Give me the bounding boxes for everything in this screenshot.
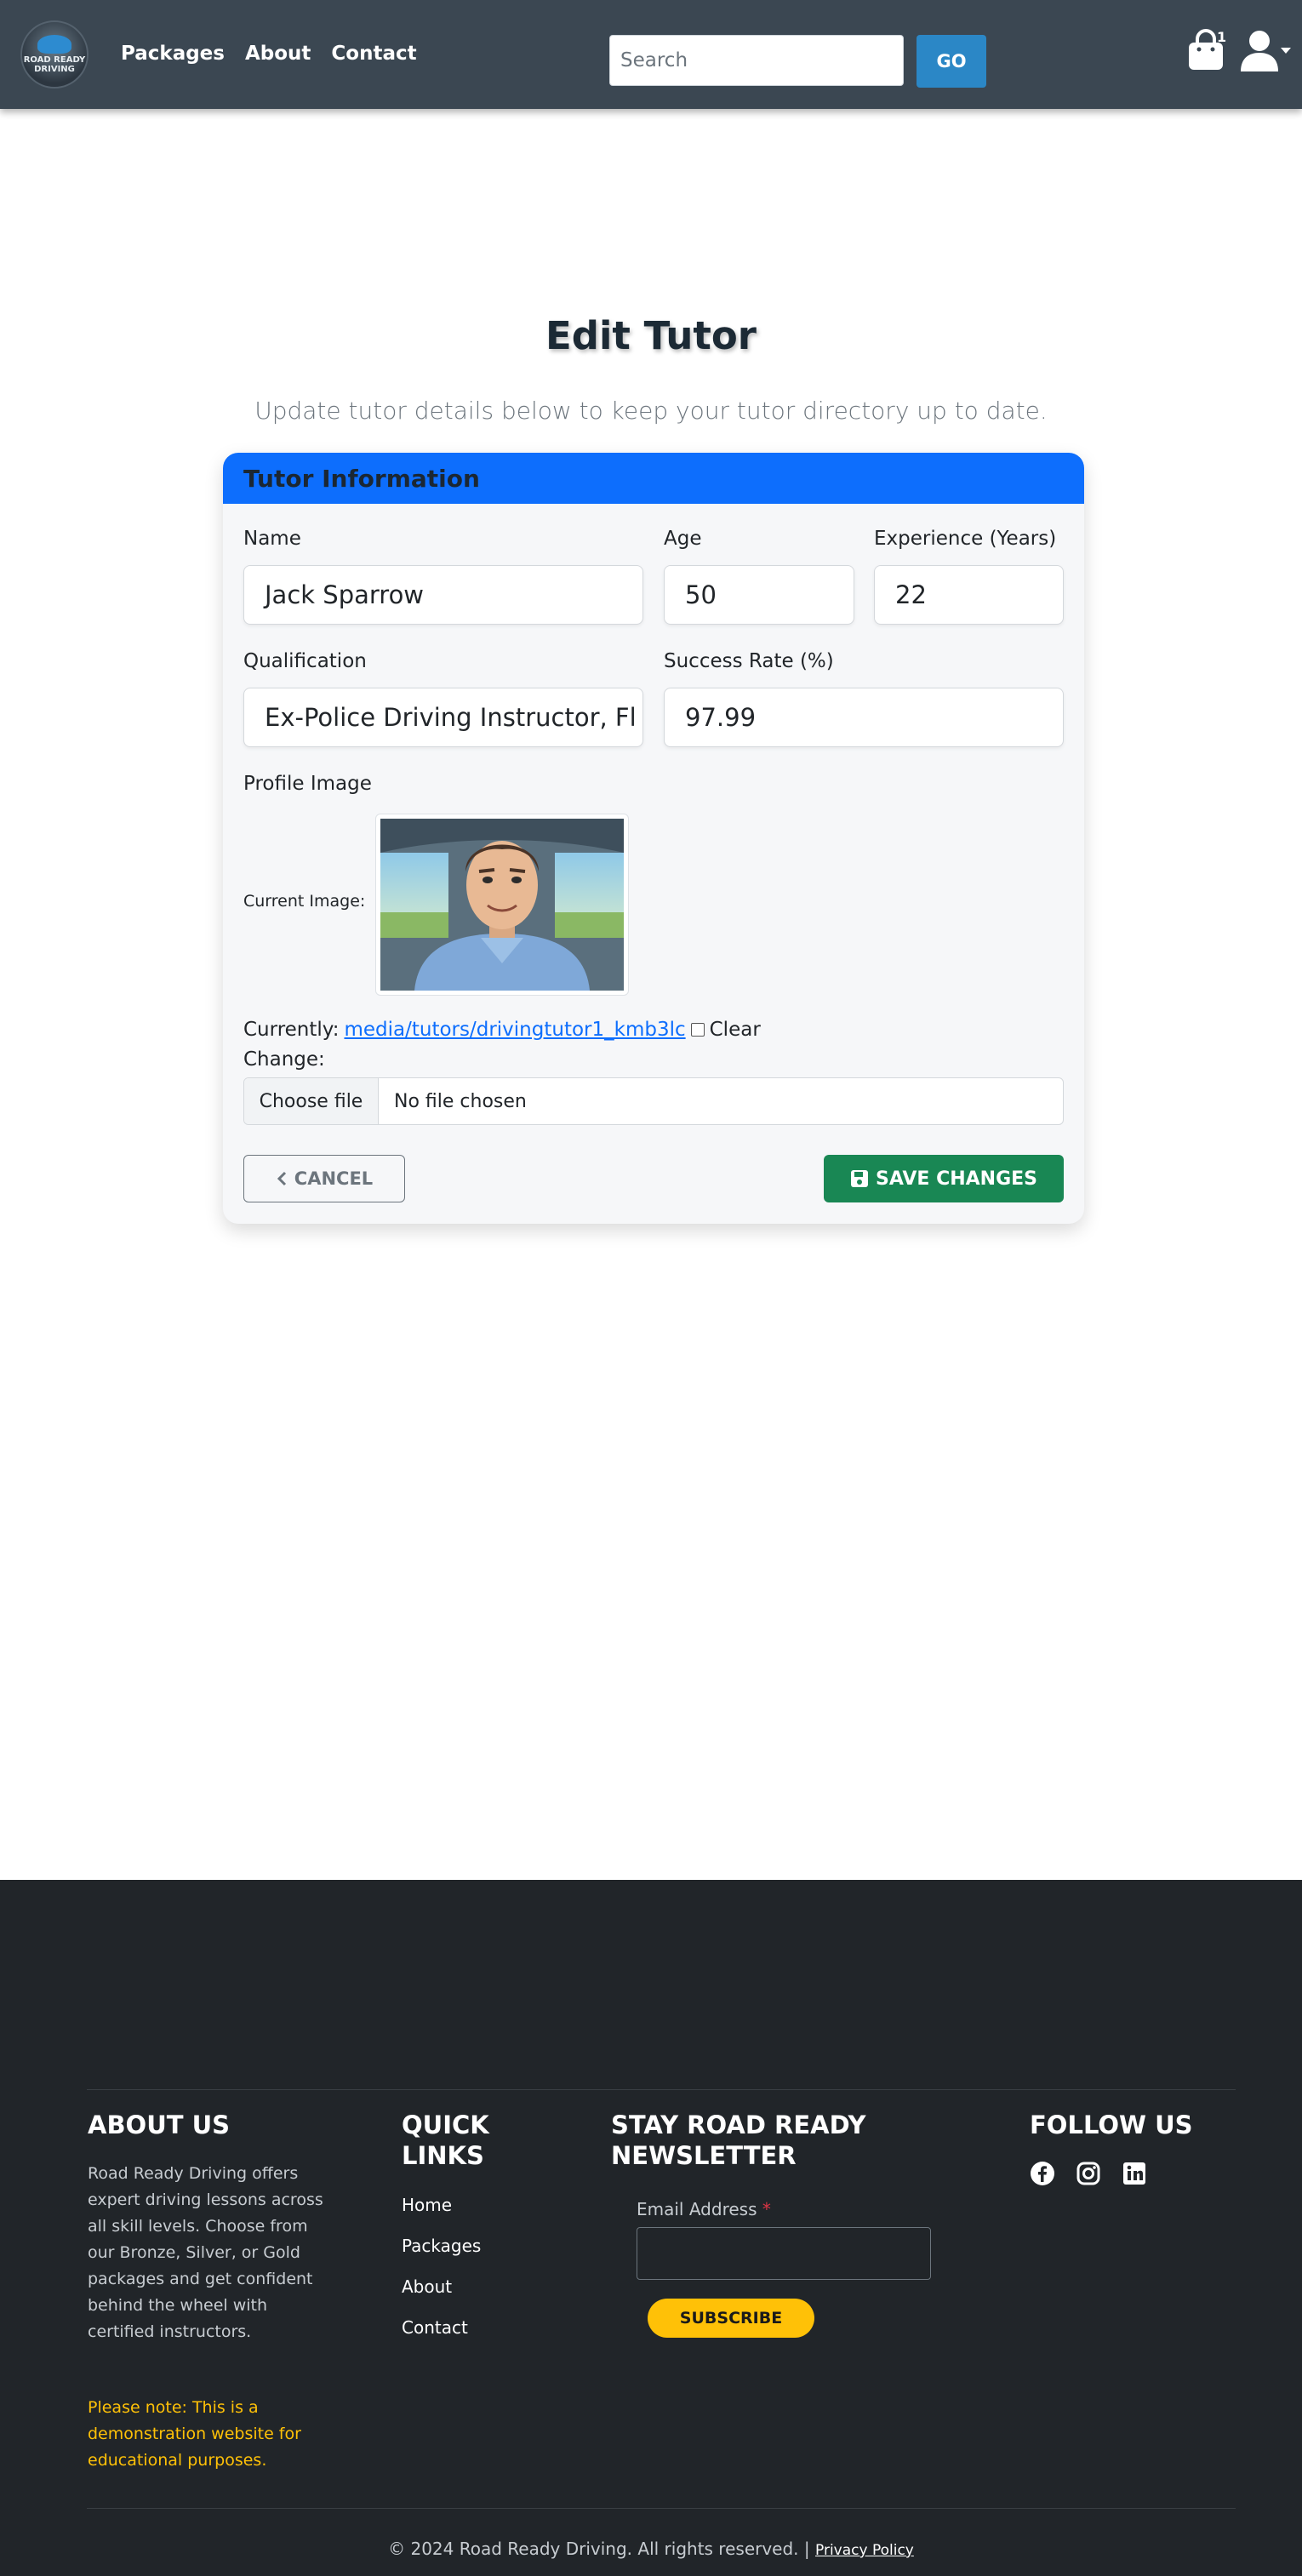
chevron-left-icon	[277, 1171, 286, 1186]
footer-link-home[interactable]: Home	[402, 2195, 481, 2216]
required-mark: *	[762, 2199, 771, 2219]
page-subtitle: Update tutor details below to keep your …	[254, 397, 1048, 425]
nav-link-about[interactable]: About	[245, 43, 311, 65]
floppy-disk-icon	[850, 1170, 868, 1187]
main-nav: Packages About Contact	[121, 43, 417, 65]
site-logo[interactable]: ROAD READY DRIVING	[20, 20, 89, 89]
footer-link-packages[interactable]: Packages	[402, 2236, 481, 2257]
clear-label: Clear	[709, 1019, 761, 1041]
current-image-label: Current Image:	[243, 892, 366, 911]
follow-us-heading: FOLLOW US	[1030, 2110, 1193, 2139]
save-label: SAVE CHANGES	[875, 1168, 1038, 1190]
search-input[interactable]	[609, 35, 904, 86]
quick-links-heading-line-2: LINKS	[402, 2141, 484, 2170]
currently-label: Currently:	[243, 1019, 340, 1041]
email-label: Email Address *	[637, 2199, 771, 2219]
search-go-button[interactable]: GO	[917, 35, 986, 88]
qualification-label: Qualification	[243, 650, 367, 672]
footer-link-contact[interactable]: Contact	[402, 2317, 481, 2339]
newsletter-heading-line-1: STAY ROAD READY	[611, 2110, 866, 2139]
nav-link-contact[interactable]: Contact	[331, 43, 416, 65]
current-profile-image	[375, 814, 629, 996]
page-title: Edit Tutor	[545, 313, 757, 358]
card-title: Tutor Information	[243, 464, 480, 493]
subscribe-button[interactable]: SUBSCRIBE	[648, 2299, 814, 2338]
newsletter-email-input[interactable]	[637, 2227, 931, 2280]
cart-count-badge: 1	[1217, 29, 1227, 45]
quick-links-heading-line-1: QUICK	[402, 2110, 489, 2139]
experience-input[interactable]: 22	[874, 565, 1064, 625]
name-input[interactable]: Jack Sparrow	[243, 565, 643, 625]
qualification-input[interactable]: Ex-Police Driving Instructor, Fl	[243, 688, 643, 747]
social-links	[1030, 2161, 1147, 2186]
about-text: Road Ready Driving offers expert driving…	[88, 2164, 323, 2341]
instagram-icon[interactable]	[1076, 2161, 1101, 2186]
tutor-portrait-image	[380, 819, 624, 991]
save-changes-button[interactable]: SAVE CHANGES	[824, 1155, 1064, 1202]
current-file-link[interactable]: media/tutors/drivingtutor1_kmb3lc	[344, 1019, 685, 1041]
privacy-policy-link[interactable]: Privacy Policy	[815, 2542, 914, 2559]
name-label: Name	[243, 528, 301, 550]
current-file-row: Currently: media/tutors/drivingtutor1_km…	[243, 1019, 761, 1041]
clear-checkbox[interactable]	[690, 1023, 705, 1037]
profile-image-file-input[interactable]: Choose file No file chosen	[243, 1077, 1064, 1125]
age-label: Age	[664, 528, 702, 550]
quick-links-list: Home Packages About Contact	[402, 2195, 481, 2339]
footer-divider-top	[87, 2089, 1236, 2090]
facebook-icon[interactable]	[1030, 2161, 1055, 2186]
cancel-button[interactable]: CANCEL	[243, 1155, 405, 1202]
email-label-text: Email Address	[637, 2199, 757, 2219]
success-rate-label: Success Rate (%)	[664, 650, 834, 672]
copyright-row: © 2024 Road Ready Driving. All rights re…	[0, 2539, 1302, 2559]
footer-divider-bottom	[87, 2508, 1236, 2509]
logo-text: ROAD READY DRIVING	[23, 55, 86, 74]
change-label: Change:	[243, 1048, 325, 1071]
site-footer: ABOUT US Road Ready Driving offers exper…	[0, 1880, 1302, 2576]
card-header: Tutor Information	[223, 453, 1084, 504]
profile-image-label: Profile Image	[243, 773, 372, 795]
about-heading: ABOUT US	[88, 2110, 231, 2139]
nav-link-packages[interactable]: Packages	[121, 43, 225, 65]
choose-file-button[interactable]: Choose file	[244, 1078, 379, 1124]
caret-down-icon[interactable]	[1281, 48, 1291, 54]
footer-link-about[interactable]: About	[402, 2276, 481, 2298]
age-input[interactable]: 50	[664, 565, 854, 625]
copyright-text: © 2024 Road Ready Driving. All rights re…	[388, 2539, 810, 2559]
navbar: ROAD READY DRIVING Packages About Contac…	[0, 0, 1302, 109]
user-account-icon[interactable]	[1239, 29, 1280, 71]
quick-links-heading: QUICK LINKS	[402, 2110, 489, 2171]
cancel-label: CANCEL	[294, 1168, 374, 1189]
demo-note-text: Please note: This is a demonstration web…	[88, 2398, 301, 2470]
linkedin-icon[interactable]	[1122, 2161, 1147, 2186]
newsletter-heading-line-2: NEWSLETTER	[611, 2141, 797, 2170]
success-rate-input[interactable]: 97.99	[664, 688, 1064, 747]
file-status-text: No file chosen	[394, 1090, 527, 1112]
experience-label: Experience (Years)	[874, 528, 1057, 550]
tutor-info-card: Tutor Information Name Jack Sparrow Age …	[223, 453, 1084, 1224]
car-logo-icon	[37, 35, 71, 54]
newsletter-heading: STAY ROAD READY NEWSLETTER	[611, 2110, 866, 2171]
